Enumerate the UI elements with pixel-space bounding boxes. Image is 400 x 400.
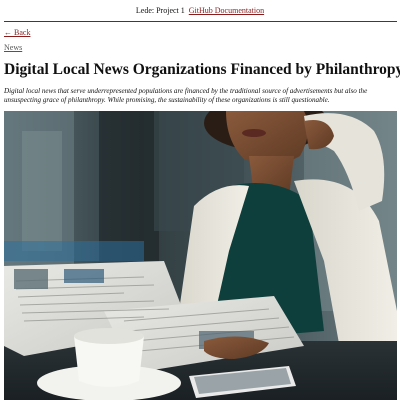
breadcrumb-news[interactable]: News xyxy=(4,42,22,53)
article-hero-photo xyxy=(4,111,397,400)
article-dek: Digital local news that serve underrepre… xyxy=(4,87,368,104)
github-docs-link[interactable]: GitHub Documentation xyxy=(189,6,264,15)
back-link[interactable]: ← Back xyxy=(4,27,30,38)
article-headline: Digital Local News Organizations Finance… xyxy=(4,61,400,78)
header-divider xyxy=(4,21,397,22)
hero-photo-illustration xyxy=(4,111,397,400)
top-nav: Lede: Project 1 GitHub Documentation xyxy=(0,0,400,22)
project-label: Lede: Project 1 xyxy=(135,6,185,15)
